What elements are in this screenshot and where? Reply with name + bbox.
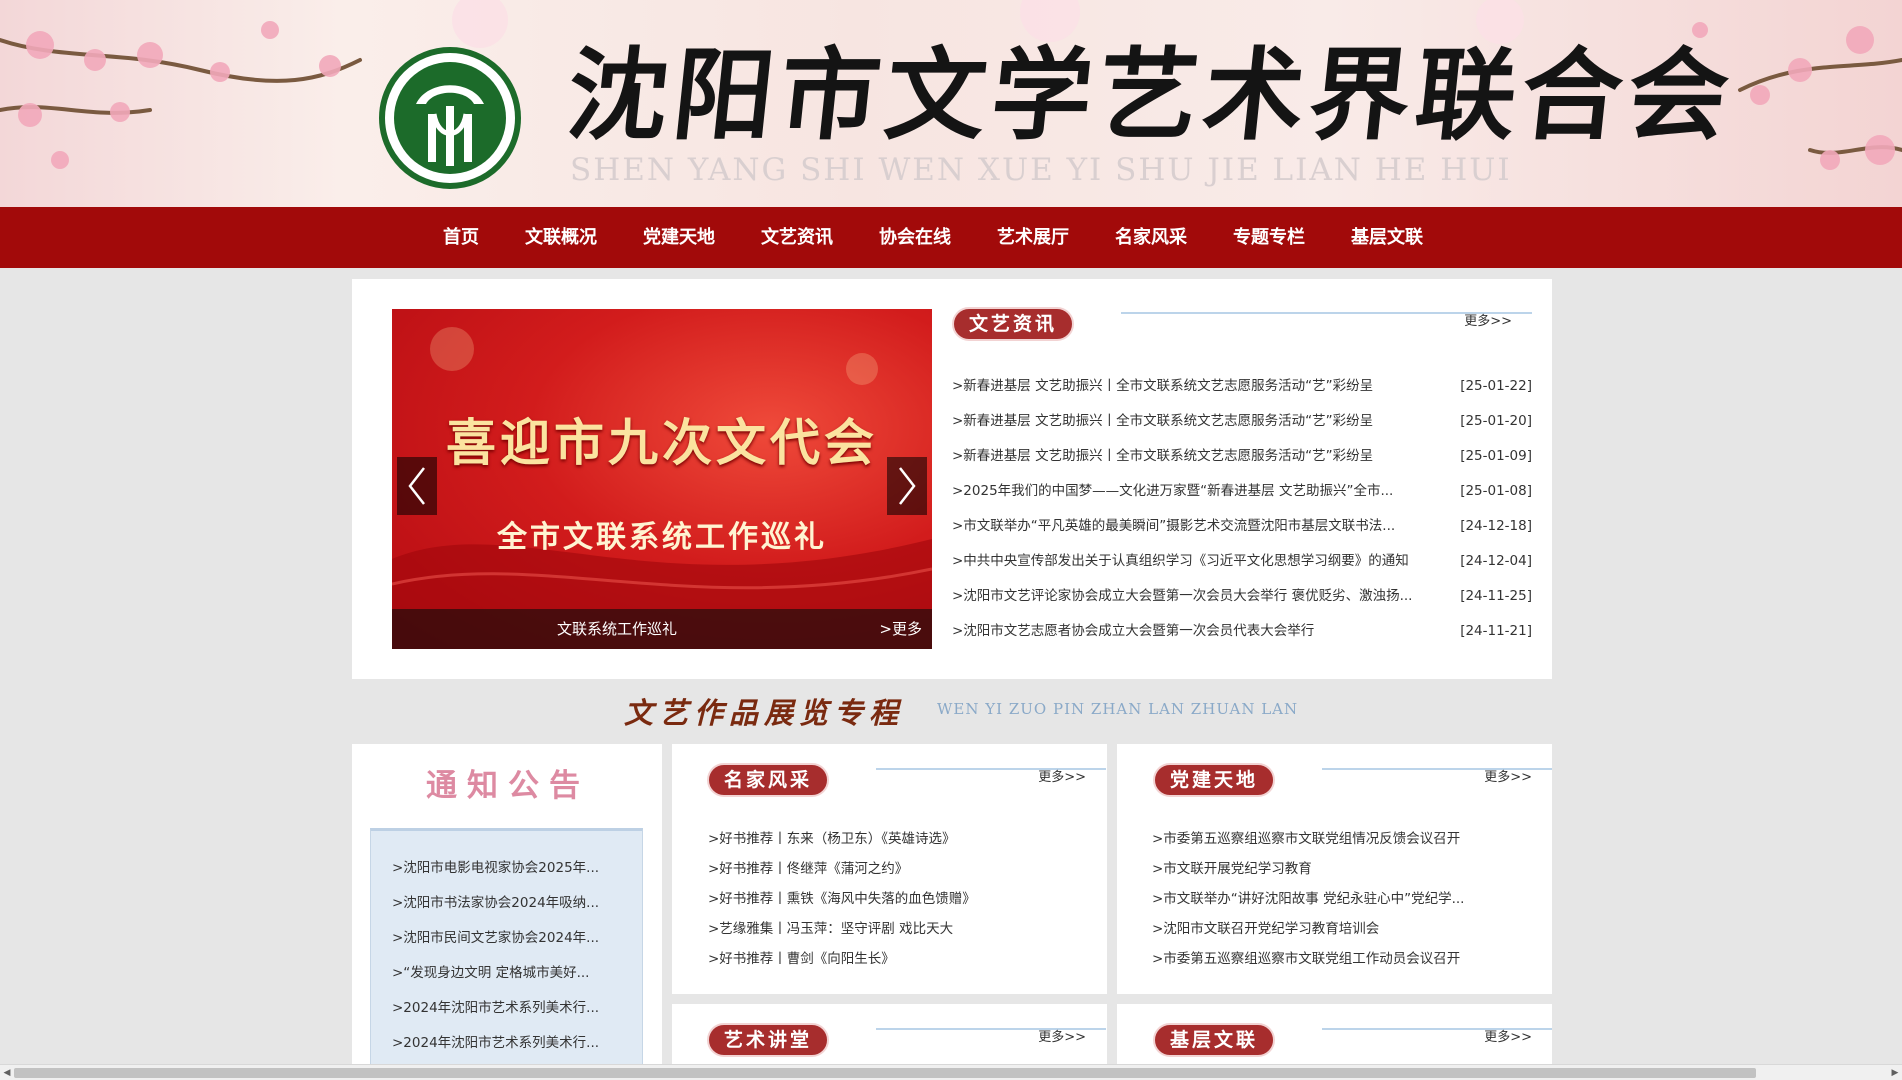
news-tag-label: 文艺资讯 xyxy=(968,313,1057,335)
famous-tag-label: 名家风采 xyxy=(723,769,812,791)
news-title[interactable]: >市文联举办“平凡英雄的最美瞬间”摄影艺术交流暨沈阳市基层文联书法... xyxy=(952,516,1395,536)
site-title: 沈阳市文学艺术界联合会 xyxy=(561,36,1741,154)
news-item[interactable]: >沈阳市文艺评论家协会成立大会暨第一次会员大会举行 褒优贬劣、激浊扬... [24… xyxy=(952,586,1532,606)
horizontal-scrollbar[interactable]: ◀ ▶ xyxy=(0,1064,1902,1080)
nav-item-famous[interactable]: 名家风采 xyxy=(1092,207,1210,268)
site-title-pinyin: SHEN YANG SHI WEN XUE YI SHU JIE LIAN HE… xyxy=(570,152,1512,188)
main-nav: 首页 文联概况 党建天地 文艺资讯 协会在线 艺术展厅 名家风采 专题专栏 基层… xyxy=(0,207,1902,268)
famous-item[interactable]: >艺缘雅集丨冯玉萍：坚守评剧 戏比天大 xyxy=(708,919,1088,939)
notice-item[interactable]: >沈阳市书法家协会2024年吸纳... xyxy=(392,893,632,913)
party-item[interactable]: >市委第五巡察组巡察市文联党组工作动员会议召开 xyxy=(1152,949,1532,969)
chevron-left-icon xyxy=(408,467,425,505)
showcase-pinyin: WEN YI ZUO PIN ZHAN LAN ZHUAN LAN xyxy=(937,700,1299,718)
news-item[interactable]: >市文联举办“平凡英雄的最美瞬间”摄影艺术交流暨沈阳市基层文联书法... [24-… xyxy=(952,516,1532,536)
news-item[interactable]: >新春进基层 文艺助振兴丨全市文联系统文艺志愿服务活动“艺”彩纷呈 [25-01-… xyxy=(952,411,1532,431)
news-date: [24-12-18] xyxy=(1460,518,1532,534)
news-date: [25-01-08] xyxy=(1460,483,1532,499)
news-tag: 文艺资讯 xyxy=(951,306,1075,342)
notice-item[interactable]: >2024年沈阳市艺术系列美术行... xyxy=(392,1033,632,1053)
scrollbar-thumb[interactable] xyxy=(14,1068,1756,1078)
news-title[interactable]: >新春进基层 文艺助振兴丨全市文联系统文艺志愿服务活动“艺”彩纷呈 xyxy=(952,411,1373,431)
news-date: [24-12-04] xyxy=(1460,553,1532,569)
news-date: [24-11-25] xyxy=(1460,588,1532,604)
notice-item[interactable]: >2024年沈阳市艺术系列美术行... xyxy=(392,998,632,1018)
lecture-tag-label: 艺术讲堂 xyxy=(723,1029,812,1051)
news-item[interactable]: >沈阳市文艺志愿者协会成立大会暨第一次会员代表大会举行 [24-11-21] xyxy=(952,621,1532,641)
news-title[interactable]: >中共中央宣传部发出关于认真组织学习《习近平文化思想学习纲要》的通知 xyxy=(952,551,1409,571)
party-item[interactable]: >市文联举办“讲好沈阳故事 党纪永驻心中”党纪学... xyxy=(1152,889,1532,909)
carousel-caption[interactable]: 文联系统工作巡礼 xyxy=(557,609,677,649)
nav-item-gallery[interactable]: 艺术展厅 xyxy=(974,207,1092,268)
carousel-more-link[interactable]: >更多 xyxy=(879,609,922,649)
news-title[interactable]: >沈阳市文艺志愿者协会成立大会暨第一次会员代表大会举行 xyxy=(952,621,1314,641)
news-title[interactable]: >2025年我们的中国梦——文化进万家暨“新春进基层 文艺助振兴”全市... xyxy=(952,481,1393,501)
famous-tag: 名家风采 xyxy=(706,762,830,798)
carousel-next-button[interactable] xyxy=(887,457,927,515)
party-tag-label: 党建天地 xyxy=(1169,769,1258,791)
news-item[interactable]: >中共中央宣传部发出关于认真组织学习《习近平文化思想学习纲要》的通知 [24-12… xyxy=(952,551,1532,571)
carousel-background-wave xyxy=(392,327,932,609)
notice-item[interactable]: >沈阳市电影电视家协会2025年... xyxy=(392,858,632,878)
nav-item-home[interactable]: 首页 xyxy=(420,207,502,268)
famous-item[interactable]: >好书推荐丨佟继萍《蒲河之约》 xyxy=(708,859,1088,879)
chevron-right-icon xyxy=(899,467,916,505)
news-title[interactable]: >新春进基层 文艺助振兴丨全市文联系统文艺志愿服务活动“艺”彩纷呈 xyxy=(952,446,1373,466)
grassroots-more-link[interactable]: 更多>> xyxy=(1484,1026,1532,1045)
news-item[interactable]: >2025年我们的中国梦——文化进万家暨“新春进基层 文艺助振兴”全市... [2… xyxy=(952,481,1532,501)
scroll-right-arrow-icon[interactable]: ▶ xyxy=(1889,1066,1901,1080)
famous-more-link[interactable]: 更多>> xyxy=(1038,766,1086,785)
nav-item-associations[interactable]: 协会在线 xyxy=(856,207,974,268)
carousel-subline: 全市文联系统工作巡礼 xyxy=(497,520,827,555)
news-carousel[interactable]: 喜迎市九次文代会 全市文联系统工作巡礼 文联系统工作巡礼 >更多 xyxy=(392,309,932,649)
famous-item[interactable]: >好书推荐丨曹剑《向阳生长》 xyxy=(708,949,1088,969)
news-item[interactable]: >新春进基层 文艺助振兴丨全市文联系统文艺志愿服务活动“艺”彩纷呈 [25-01-… xyxy=(952,446,1532,466)
lecture-more-link[interactable]: 更多>> xyxy=(1038,1026,1086,1045)
news-date: [25-01-20] xyxy=(1460,413,1532,429)
grassroots-section-header: 基层文联 更多>> xyxy=(1152,1022,1552,1060)
grassroots-tag: 基层文联 xyxy=(1152,1022,1276,1058)
news-section-header: 文艺资讯 更多>> xyxy=(951,306,1532,344)
news-date: [25-01-22] xyxy=(1460,378,1532,394)
famous-section-header: 名家风采 更多>> xyxy=(706,762,1106,800)
news-date: [25-01-09] xyxy=(1460,448,1532,464)
nav-item-overview[interactable]: 文联概况 xyxy=(502,207,620,268)
notice-item[interactable]: >“发现身边文明 定格城市美好... xyxy=(392,963,632,983)
carousel-caption-bar: 文联系统工作巡礼 >更多 xyxy=(392,609,932,649)
notice-item[interactable]: >沈阳市民间文艺家协会2024年... xyxy=(392,928,632,948)
carousel-prev-button[interactable] xyxy=(397,457,437,515)
scroll-left-arrow-icon[interactable]: ◀ xyxy=(1,1066,13,1080)
news-more-link[interactable]: 更多>> xyxy=(1464,310,1512,329)
party-more-link[interactable]: 更多>> xyxy=(1484,766,1532,785)
site-banner: 沈阳市文学艺术界联合会 SHEN YANG SHI WEN XUE YI SHU… xyxy=(0,0,1902,207)
nav-item-special[interactable]: 专题专栏 xyxy=(1210,207,1328,268)
news-title[interactable]: >沈阳市文艺评论家协会成立大会暨第一次会员大会举行 褒优贬劣、激浊扬... xyxy=(952,586,1412,606)
nav-item-news[interactable]: 文艺资讯 xyxy=(738,207,856,268)
news-date: [24-11-21] xyxy=(1460,623,1532,639)
news-title[interactable]: >新春进基层 文艺助振兴丨全市文联系统文艺志愿服务活动“艺”彩纷呈 xyxy=(952,376,1373,396)
carousel-headline: 喜迎市九次文代会 xyxy=(446,413,878,472)
showcase-title: 文艺作品展览专程 xyxy=(624,696,905,730)
news-item[interactable]: >新春进基层 文艺助振兴丨全市文联系统文艺志愿服务活动“艺”彩纷呈 [25-01-… xyxy=(952,376,1532,396)
party-item[interactable]: >市委第五巡察组巡察市文联党组情况反馈会议召开 xyxy=(1152,829,1532,849)
party-tag: 党建天地 xyxy=(1152,762,1276,798)
lecture-tag: 艺术讲堂 xyxy=(706,1022,830,1058)
famous-item[interactable]: >好书推荐丨熏铁《海风中失落的血色馈赠》 xyxy=(708,889,1088,909)
federation-logo xyxy=(379,47,521,189)
lecture-section-header: 艺术讲堂 更多>> xyxy=(706,1022,1106,1060)
party-item[interactable]: >市文联开展党纪学习教育 xyxy=(1152,859,1532,879)
party-item[interactable]: >沈阳市文联召开党纪学习教育培训会 xyxy=(1152,919,1532,939)
party-section-header: 党建天地 更多>> xyxy=(1152,762,1552,800)
nav-item-party[interactable]: 党建天地 xyxy=(620,207,738,268)
famous-item[interactable]: >好书推荐丨东来（杨卫东）《英雄诗选》 xyxy=(708,829,1088,849)
nav-item-grassroots[interactable]: 基层文联 xyxy=(1328,207,1446,268)
grassroots-tag-label: 基层文联 xyxy=(1169,1029,1258,1051)
notice-title: 通知公告 xyxy=(426,768,590,804)
